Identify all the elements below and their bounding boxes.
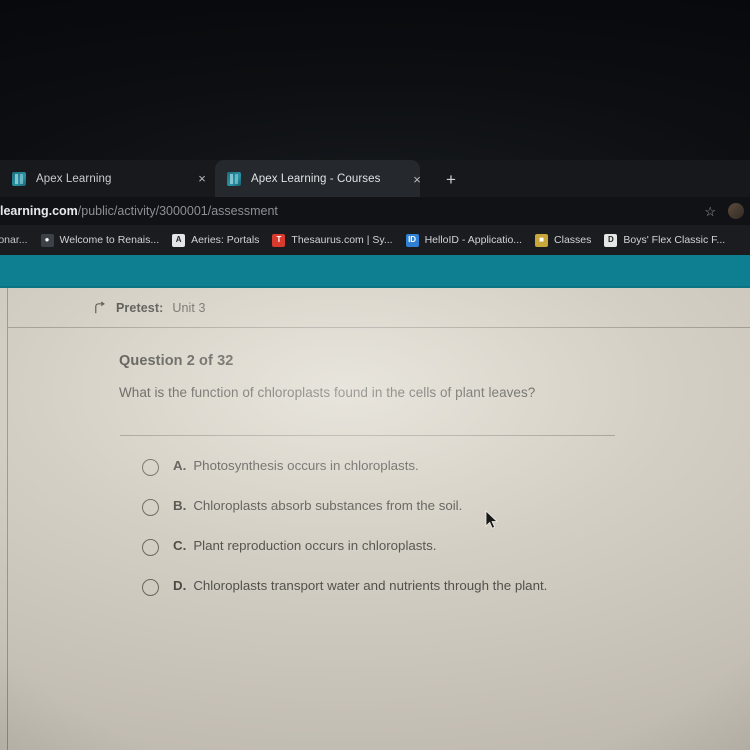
bookmark-label: Thesaurus.com | Sy... [291,234,393,246]
bookmark-label: ionar... [0,234,28,246]
bookmark-label: Classes [554,234,592,246]
question-divider [120,435,615,436]
answer-option-text: Plant reproduction occurs in chloroplast… [193,538,437,553]
answer-option[interactable]: B. Chloroplasts absorb substances from th… [142,498,702,516]
bookmark-item[interactable]: D Boys' Flex Classic F... [604,225,725,255]
bookmark-item[interactable]: A Aeries: Portals [172,225,259,255]
answer-option-letter: A. [173,458,187,473]
bookmark-star-icon[interactable]: ☆ [704,205,716,218]
back-arrow-icon[interactable] [92,301,107,316]
address-path: /public/activity/3000001/assessment [77,204,278,218]
bookmark-favicon-icon: ● [40,233,54,247]
bookmark-label: Boys' Flex Classic F... [623,234,726,246]
assessment-page: Pretest: Unit 3 Question 2 of 32 What is… [0,288,750,750]
address-bar-url: learning.com/public/activity/3000001/ass… [0,204,278,218]
breadcrumb-bar: Pretest: Unit 3 [8,288,750,328]
app-header-band [0,255,750,288]
breadcrumb-divider [8,327,750,328]
answer-option[interactable]: D. Chloroplasts transport water and nutri… [142,578,702,596]
breadcrumb-title: Pretest: [116,301,164,315]
breadcrumb-subtitle: Unit 3 [172,301,206,315]
dark-screen-area [0,0,750,160]
page-left-edge [7,288,8,750]
apex-favicon-icon [227,171,241,186]
bookmark-label: Welcome to Renais... [59,234,160,246]
browser-tab-2-close-icon[interactable]: × [409,171,425,187]
breadcrumb[interactable]: Pretest: Unit 3 [92,300,206,315]
browser-tab-2[interactable]: Apex Learning - Courses [215,160,420,197]
bookmark-item[interactable]: ID HelloID - Applicatio... [405,225,523,255]
radio-button-icon[interactable] [142,499,159,516]
screenshot-root: Apex Learning × Apex Learning - Courses … [0,0,750,750]
radio-button-icon[interactable] [142,539,159,556]
bookmark-favicon-icon: D [604,233,618,247]
bookmark-favicon-icon: ■ [535,233,549,247]
apex-favicon-icon [12,171,26,186]
question-counter: Question 2 of 32 [119,353,234,369]
profile-avatar-icon[interactable] [728,203,744,219]
bookmark-item[interactable]: ● Welcome to Renais... [40,225,160,255]
answer-option-letter: D. [173,578,187,593]
bookmark-favicon-icon: ID [405,233,419,247]
mouse-cursor-icon [485,510,499,530]
bookmark-item[interactable]: ionar... [0,225,28,255]
new-tab-button[interactable]: + [441,169,461,189]
browser-tab-1[interactable]: Apex Learning [0,160,215,197]
bookmark-label: Aeries: Portals [191,234,260,246]
bookmarks-bar: ionar... ● Welcome to Renais... A Aeries: Po… [0,225,750,255]
answer-option-text: Chloroplasts transport water and nutrien… [193,578,548,593]
browser-tab-1-close-icon[interactable]: × [194,170,210,186]
bookmark-label: HelloID - Applicatio... [424,234,523,246]
answer-option[interactable]: A. Photosynthesis occurs in chloroplasts. [142,458,702,476]
bookmark-item[interactable]: T Thesaurus.com | Sy... [272,225,393,255]
answer-option-letter: C. [173,538,187,553]
address-bar[interactable]: learning.com/public/activity/3000001/ass… [0,197,750,225]
address-host: learning.com [0,204,78,218]
browser-tab-2-title: Apex Learning - Courses [251,172,381,185]
browser-tab-1-title: Apex Learning [36,172,112,185]
bookmark-favicon-icon: A [172,233,186,247]
browser-tab-strip: Apex Learning × Apex Learning - Courses … [0,160,750,197]
question-prompt: What is the function of chloroplasts fou… [119,385,536,400]
answer-option-letter: B. [173,498,187,513]
radio-button-icon[interactable] [142,579,159,596]
bookmark-item[interactable]: ■ Classes [535,225,591,255]
answer-options-list: A. Photosynthesis occurs in chloroplasts.… [142,458,702,618]
browser-chrome: Apex Learning × Apex Learning - Courses … [0,0,750,255]
bookmark-favicon-icon: T [272,233,286,247]
answer-option[interactable]: C. Plant reproduction occurs in chloropla… [142,538,702,556]
address-bar-actions: ☆ [704,197,746,225]
radio-button-icon[interactable] [142,459,159,476]
answer-option-text: Photosynthesis occurs in chloroplasts. [193,458,419,473]
answer-option-text: Chloroplasts absorb substances from the … [193,498,463,513]
